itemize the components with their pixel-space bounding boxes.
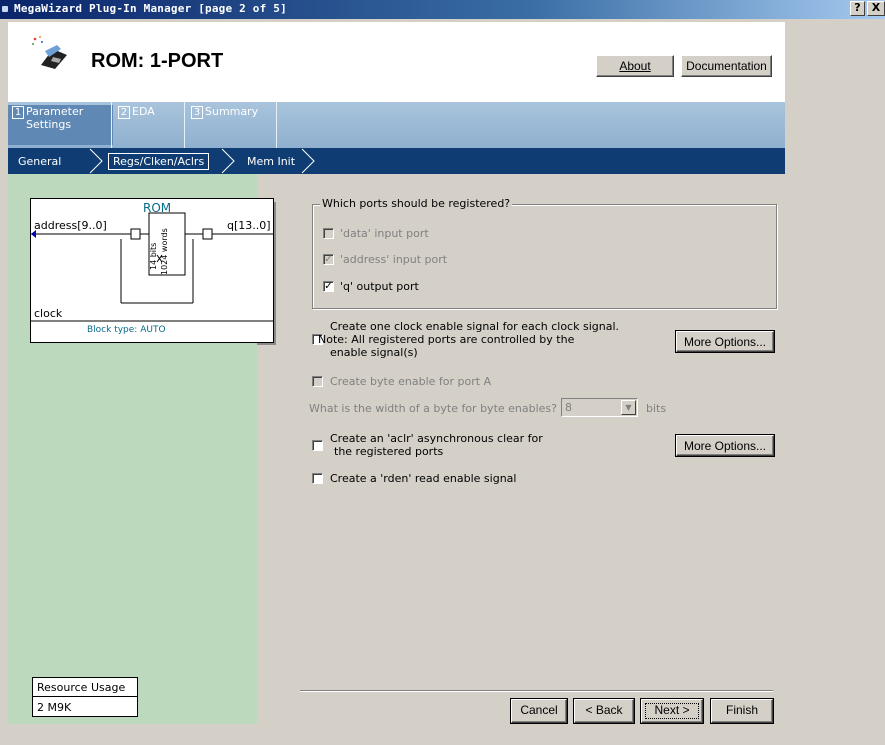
header-panel: ROM: 1-PORT About Documentation (8, 22, 785, 102)
about-button[interactable]: About (596, 55, 674, 77)
clock-enable-line2: Note: All registered ports are controlle… (318, 333, 575, 346)
tab-parameter-settings[interactable]: 1 Parameter Settings (8, 105, 113, 145)
q-port-label: 'q' output port (340, 280, 419, 293)
crumb-regs-clken-aclrs[interactable]: Regs/Clken/Aclrs (108, 153, 210, 170)
diagram-q-label: q[13..0] (227, 219, 271, 232)
diagram-bits: 14 bits (149, 242, 158, 270)
clock-enable-line3: enable signal(s) (330, 346, 418, 359)
more-options-clock-button[interactable]: More Options... (676, 331, 774, 352)
diagram-address-label: address[9..0] (34, 219, 107, 232)
byte-width-label: What is the width of a byte for byte ena… (309, 402, 557, 415)
diagram-words: 1024 words (160, 228, 169, 275)
clock-enable-line1: Create one clock enable signal for each … (330, 320, 620, 333)
wizard-logo-icon (32, 36, 67, 69)
resource-usage-value: 2 M9K (37, 701, 72, 714)
documentation-button[interactable]: Documentation (681, 55, 772, 77)
help-button[interactable]: ? (850, 1, 865, 16)
step-tabs: 1 Parameter Settings 2 EDA 3 Summary (8, 102, 785, 148)
diagram-clock-label: clock (34, 307, 63, 320)
finish-button[interactable]: Finish (711, 699, 773, 723)
address-port-label: 'address' input port (340, 253, 448, 266)
diagram-block-type: Block type: AUTO (87, 325, 166, 335)
window-bottom-margin (8, 724, 785, 745)
aclr-line2: the registered ports (334, 445, 444, 458)
resource-usage-box: Resource Usage 2 M9K (32, 677, 138, 717)
address-port-checkbox[interactable]: ✓ (323, 254, 334, 265)
crumb-mem-init[interactable]: Mem Init (247, 155, 295, 168)
diagram-title: ROM (143, 201, 172, 215)
footer-divider (300, 690, 773, 692)
q-port-checkbox[interactable]: ✓ (323, 281, 334, 292)
page-title: ROM: 1-PORT (91, 50, 224, 72)
aclr-checkbox[interactable] (312, 440, 323, 451)
byte-enable-label: Create byte enable for port A (330, 375, 492, 388)
data-port-label: 'data' input port (340, 227, 429, 240)
more-options-aclr-button[interactable]: More Options... (676, 435, 774, 456)
window-margin (785, 19, 885, 745)
title-bar: MegaWizard Plug-In Manager [page 2 of 5] (0, 0, 885, 19)
group-legend: Which ports should be registered? (320, 197, 513, 210)
aclr-line1: Create an 'aclr' asynchronous clear for (330, 432, 543, 445)
tab-summary[interactable]: 3 Summary (191, 105, 281, 145)
rden-label: Create a 'rden' read enable signal (330, 472, 517, 485)
window-title: MegaWizard Plug-In Manager [page 2 of 5] (14, 2, 287, 15)
byte-width-unit: bits (646, 402, 667, 415)
tab-eda[interactable]: 2 EDA (118, 105, 188, 145)
close-button[interactable]: X (867, 1, 885, 16)
chevron-right-icon (89, 148, 103, 174)
chevron-right-icon (221, 148, 235, 174)
cancel-button[interactable]: Cancel (511, 699, 567, 723)
crumb-general[interactable]: General (18, 155, 61, 168)
breadcrumb: General Regs/Clken/Aclrs Mem Init (8, 148, 785, 174)
resource-usage-label: Resource Usage (33, 678, 137, 697)
chevron-right-icon (301, 148, 315, 174)
next-button[interactable]: Next > (641, 699, 703, 723)
data-port-checkbox[interactable] (323, 228, 334, 239)
byte-width-select[interactable]: 8 ▼ (561, 398, 638, 417)
back-button[interactable]: < Back (574, 699, 634, 723)
rom-block-diagram: ROM address[9..0] q[13..0] clock 14 bits… (30, 198, 276, 345)
rden-checkbox[interactable] (312, 473, 323, 484)
chevron-down-icon: ▼ (621, 400, 636, 415)
byte-enable-checkbox[interactable] (312, 376, 323, 387)
app-icon (2, 6, 8, 12)
